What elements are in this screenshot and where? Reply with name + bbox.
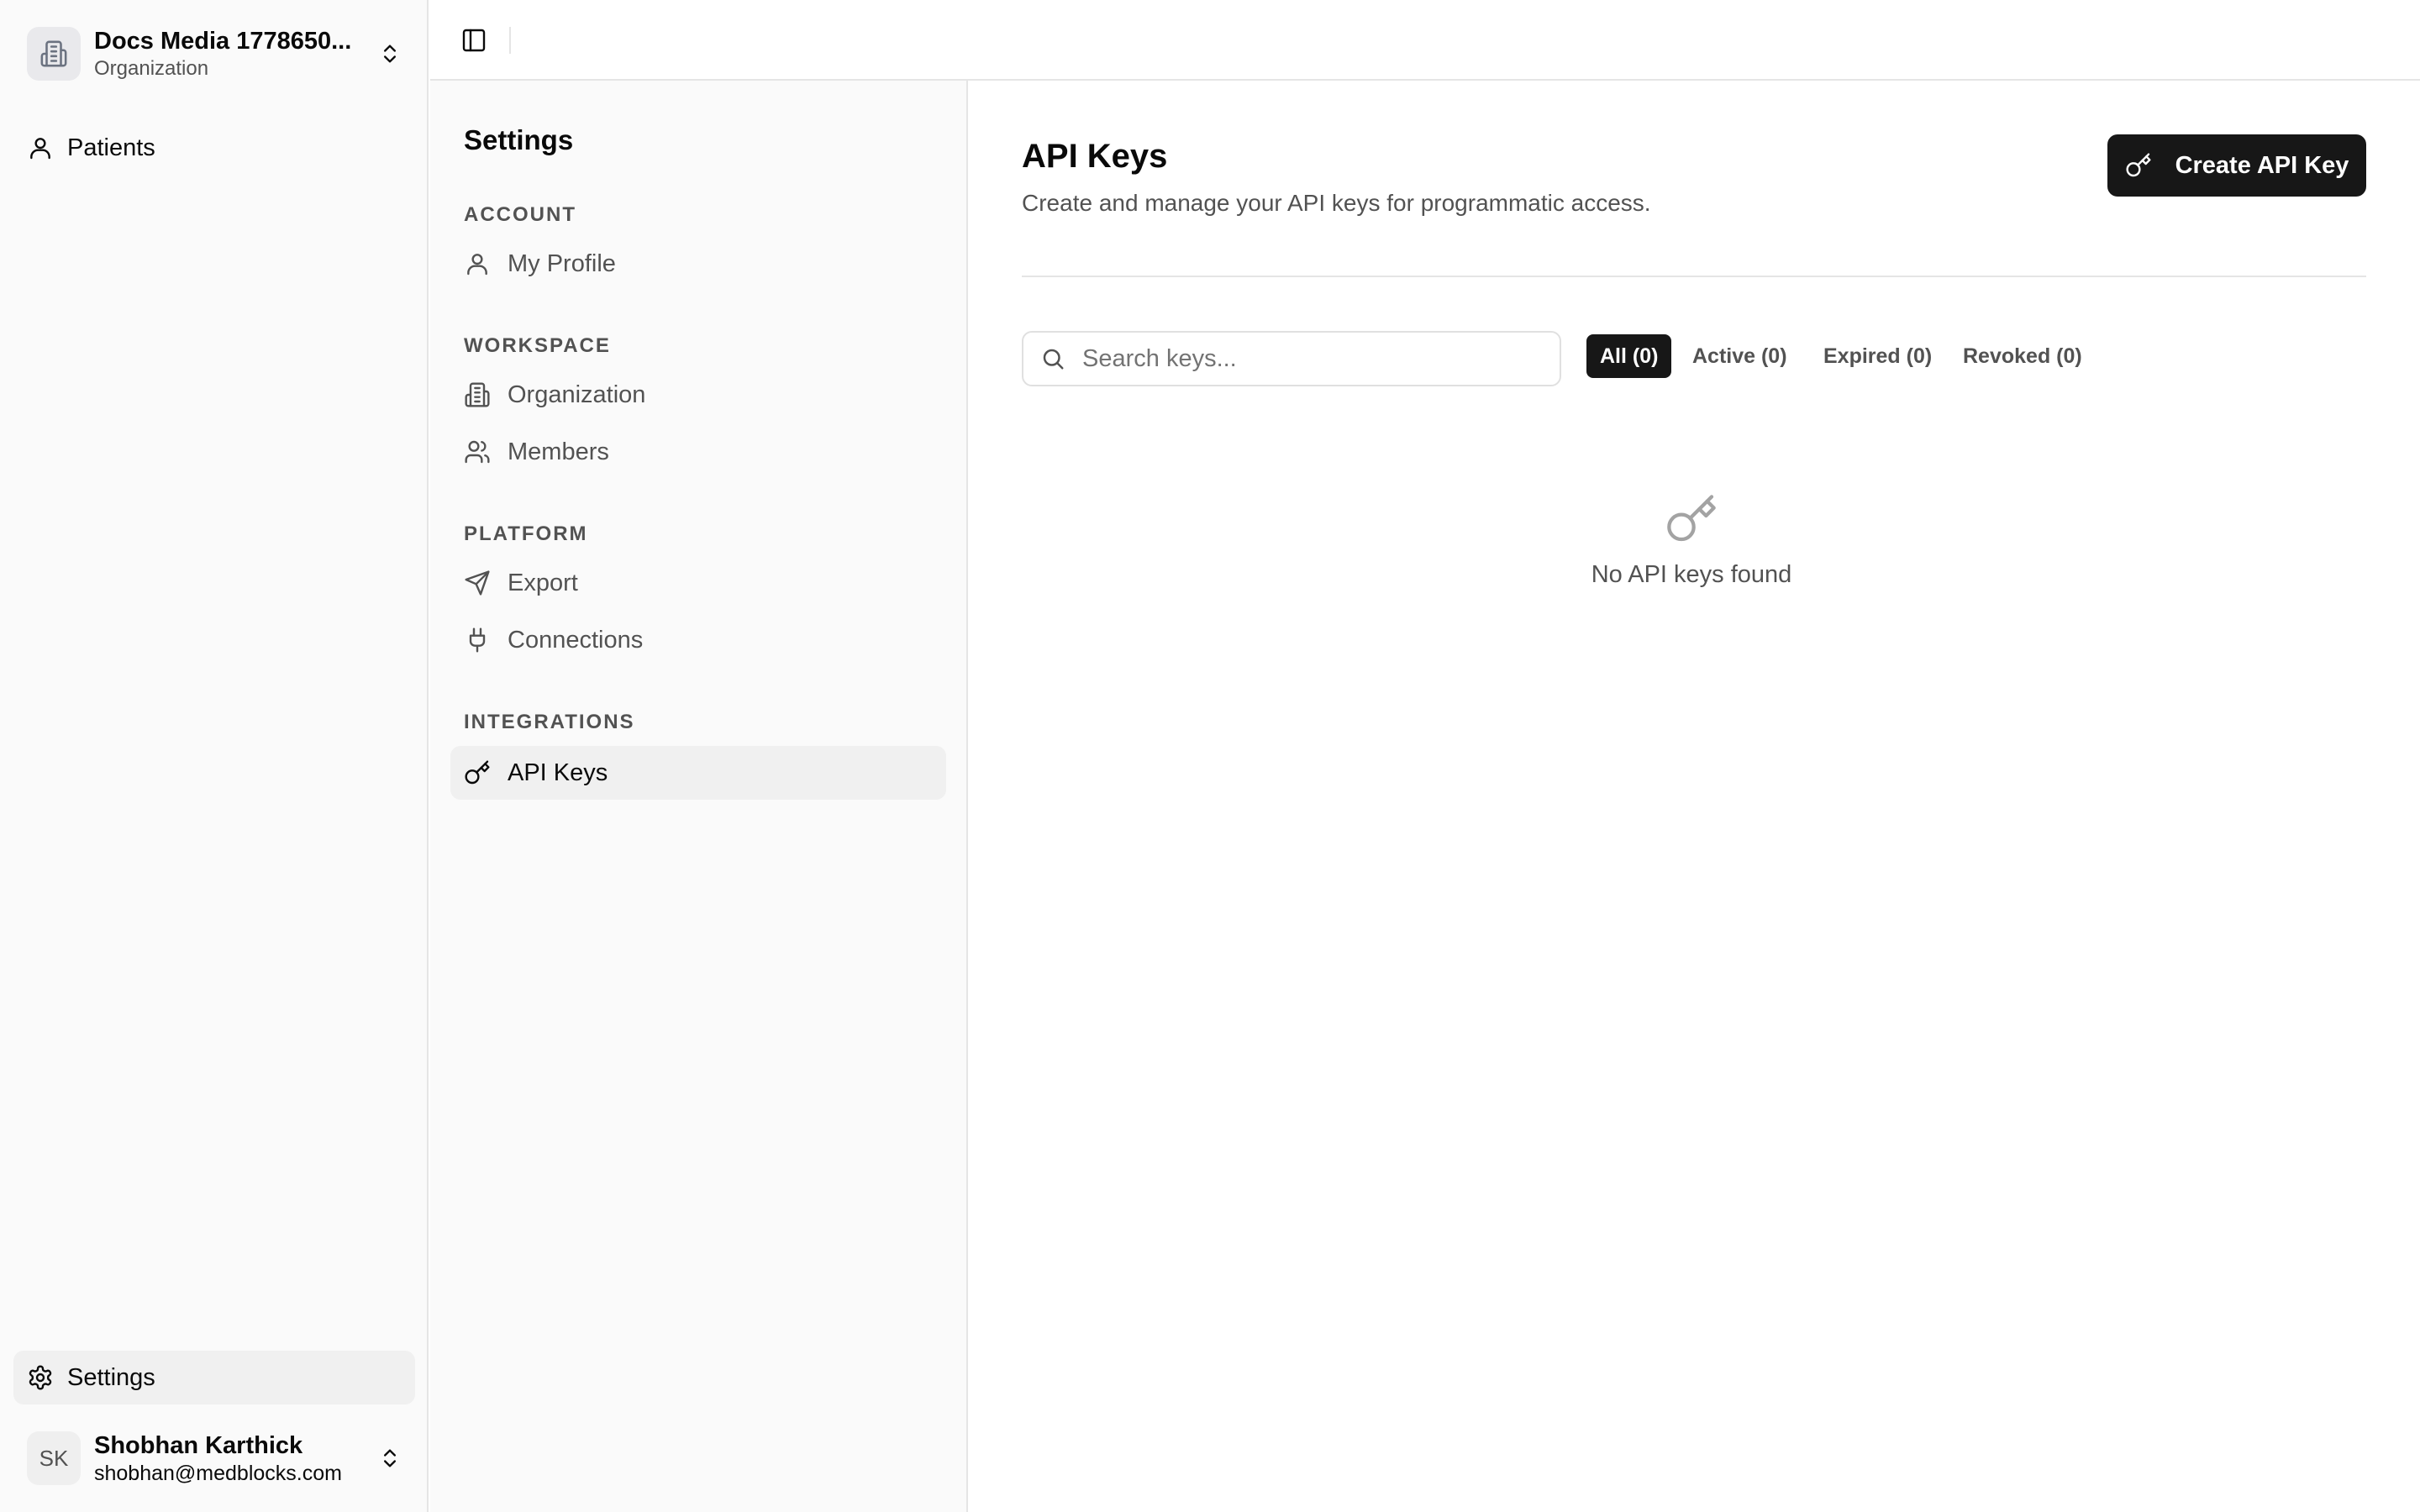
tab-revoked[interactable]: Revoked (0) <box>1949 334 2096 378</box>
org-subtitle: Organization <box>94 57 209 80</box>
settings-item-label: Members <box>508 438 609 465</box>
chevrons-up-down-icon <box>384 1449 396 1467</box>
settings-item-connections[interactable]: Connections <box>450 613 946 667</box>
nav-item-patients[interactable]: Patients <box>13 121 415 175</box>
nav-item-label: Patients <box>67 134 155 161</box>
settings-item-my-profile[interactable]: My Profile <box>450 237 946 291</box>
empty-state-message: No API keys found <box>1591 561 1792 588</box>
settings-item-export[interactable]: Export <box>450 556 946 610</box>
sidebar-toggle-button[interactable] <box>457 24 491 57</box>
plug-icon <box>469 627 486 653</box>
tab-expired[interactable]: Expired (0) <box>1810 334 1945 378</box>
search-input[interactable] <box>1081 344 1543 374</box>
section-label-integrations: INTEGRATIONS <box>464 711 635 733</box>
create-api-key-button[interactable]: Create API Key <box>2107 134 2366 197</box>
key-icon <box>1667 495 1716 542</box>
sidebar-toggle-icon <box>462 29 486 52</box>
settings-item-label: My Profile <box>508 249 616 277</box>
create-button-label: Create API Key <box>2175 151 2349 179</box>
settings-item-label: Organization <box>508 381 646 408</box>
settings-item-api-keys[interactable]: API Keys <box>450 746 946 800</box>
section-label-workspace: WORKSPACE <box>464 334 611 357</box>
key-icon <box>465 760 490 785</box>
settings-item-organization[interactable]: Organization <box>450 368 946 422</box>
building-icon <box>27 27 81 81</box>
send-icon <box>465 570 490 596</box>
user-menu[interactable]: SK Shobhan Karthick shobhan@medblocks.co… <box>13 1425 415 1492</box>
user-icon <box>30 138 50 160</box>
user-text: Shobhan Karthick shobhan@medblocks.com <box>94 1431 366 1486</box>
user-name: Shobhan Karthick <box>94 1432 303 1459</box>
building-icon <box>465 382 490 407</box>
page-description: Create and manage your API keys for prog… <box>1022 190 1651 216</box>
settings-item-label: API Keys <box>508 759 608 786</box>
nav-item-label: Settings <box>67 1363 155 1391</box>
org-name: Docs Media 1778650... <box>94 28 352 55</box>
nav-item-settings[interactable]: Settings <box>13 1351 415 1404</box>
settings-item-label: Connections <box>508 626 644 654</box>
user-email: shobhan@medblocks.com <box>94 1462 342 1485</box>
top-bar <box>430 0 2420 81</box>
section-label-platform: PLATFORM <box>464 522 588 545</box>
org-text: Docs Media 1778650... Organization <box>94 26 366 81</box>
main-content: API Keys Create and manage your API keys… <box>970 81 2420 1512</box>
users-icon <box>465 440 490 464</box>
divider <box>509 27 511 54</box>
settings-title: Settings <box>464 124 574 155</box>
section-label-account: ACCOUNT <box>464 203 576 226</box>
search-icon <box>1043 349 1064 370</box>
tab-active[interactable]: Active (0) <box>1679 334 1801 378</box>
chevrons-up-down-icon <box>384 45 396 63</box>
user-icon <box>467 254 487 276</box>
settings-item-label: Export <box>508 569 578 596</box>
app-sidebar: Docs Media 1778650... Organization Patie… <box>0 0 429 1512</box>
search-field[interactable] <box>1022 331 1561 386</box>
key-icon <box>2126 153 2151 177</box>
org-switcher[interactable]: Docs Media 1778650... Organization <box>13 15 415 92</box>
gear-icon <box>29 1365 52 1390</box>
settings-sidebar: Settings ACCOUNT My Profile WORKSPACE Or… <box>430 81 968 1512</box>
tab-all[interactable]: All (0) <box>1586 334 1672 378</box>
page-title: API Keys <box>1022 138 1168 175</box>
avatar: SK <box>27 1431 81 1485</box>
divider <box>1022 276 2366 277</box>
settings-item-members[interactable]: Members <box>450 425 946 479</box>
